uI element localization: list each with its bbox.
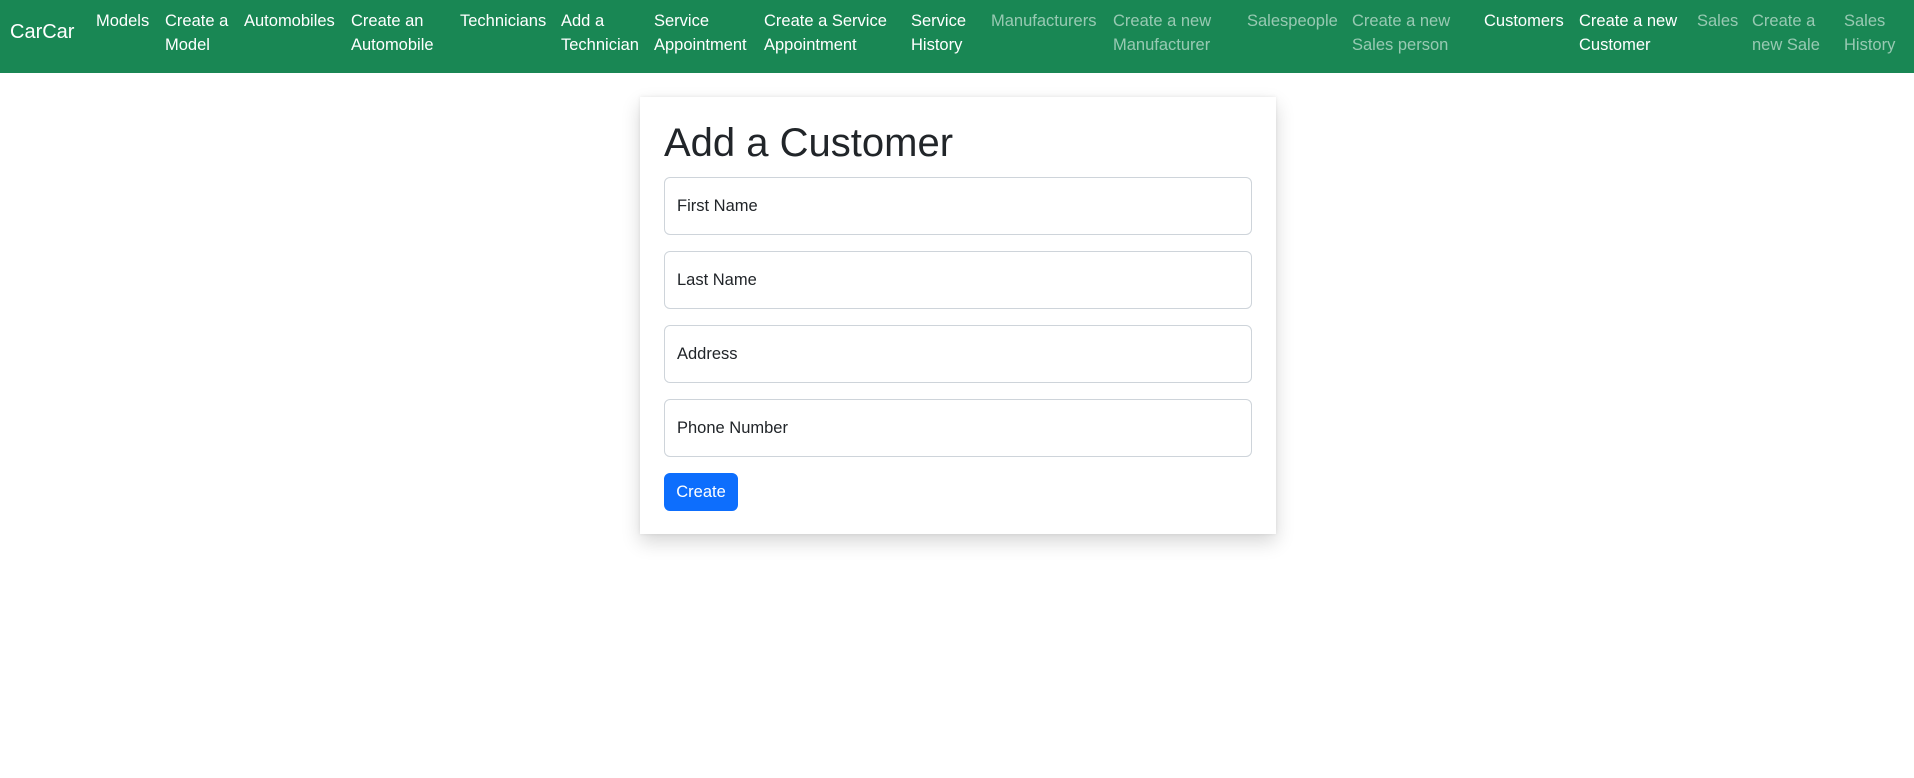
nav-link-sales-history[interactable]: Sales History (1844, 9, 1895, 57)
nav-link-line1: Service (654, 12, 710, 30)
nav-link-create-sale[interactable]: Create a new Sale (1752, 9, 1820, 57)
nav-link-line1: Create a new (1113, 12, 1212, 30)
nav-link-line2: History (911, 36, 963, 54)
nav-link-customers[interactable]: Customers (1484, 9, 1564, 33)
nav-link-automobiles[interactable]: Automobiles (244, 9, 335, 33)
create-button[interactable]: Create (664, 473, 738, 511)
nav-link-line1: Create a new (1352, 12, 1451, 30)
nav-link-line1: Models (96, 12, 150, 30)
nav-link-line1: Automobiles (244, 12, 335, 30)
address-input[interactable] (664, 325, 1252, 383)
nav-link-manufacturers[interactable]: Manufacturers (991, 9, 1096, 33)
nav-link-line2: Automobile (351, 36, 434, 54)
nav-link-line1: Sales (1844, 12, 1886, 30)
nav-link-line1: Create a (165, 12, 229, 30)
nav-link-create-manufacturer[interactable]: Create a new Manufacturer (1113, 9, 1211, 57)
nav-link-line2: new Sale (1752, 36, 1820, 54)
phone-number-input[interactable] (664, 399, 1252, 457)
nav-link-technicians[interactable]: Technicians (460, 9, 546, 33)
nav-link-create-customer[interactable]: Create a new Customer (1579, 9, 1677, 57)
last-name-input[interactable] (664, 251, 1252, 309)
nav-link-line1: Technicians (460, 12, 547, 30)
nav-link-create-automobile[interactable]: Create an Automobile (351, 9, 434, 57)
page-title: Add a Customer (664, 121, 954, 165)
nav-link-line1: Salespeople (1247, 12, 1338, 30)
nav-link-line1: Create a (1752, 12, 1816, 30)
nav-link-add-technician[interactable]: Add a Technician (561, 9, 639, 57)
nav-link-line1: Add a (561, 12, 605, 30)
nav-link-line2: Model (165, 36, 210, 54)
first-name-input[interactable] (664, 177, 1252, 235)
customer-form-card: Add a Customer Create (640, 97, 1276, 534)
nav-link-sales[interactable]: Sales (1697, 9, 1738, 33)
nav-link-line1: Manufacturers (991, 12, 1097, 30)
nav-link-line2: Appointment (654, 36, 747, 54)
nav-link-salespeople[interactable]: Salespeople (1247, 9, 1338, 33)
nav-link-line1: Create an (351, 12, 424, 30)
nav-link-line2: Technician (561, 36, 639, 54)
nav-link-line2: Appointment (764, 36, 857, 54)
nav-link-service-appointment[interactable]: Service Appointment (654, 9, 747, 57)
nav-link-create-model[interactable]: Create a Model (165, 9, 228, 57)
nav-link-models[interactable]: Models (96, 9, 149, 33)
nav-link-create-service-appointment[interactable]: Create a Service Appointment (764, 9, 887, 57)
brand-link[interactable]: CarCar (10, 20, 74, 44)
nav-link-line2: Sales person (1352, 36, 1449, 54)
nav-link-line2: Customer (1579, 36, 1651, 54)
nav-link-line1: Sales (1697, 12, 1739, 30)
nav-link-line2: Manufacturer (1113, 36, 1211, 54)
nav-link-line2: History (1844, 36, 1896, 54)
navbar: CarCar Models Create a Model Automobiles… (0, 0, 1914, 73)
nav-link-service-history[interactable]: Service History (911, 9, 966, 57)
nav-link-line1: Service (911, 12, 967, 30)
nav-link-create-sales-person[interactable]: Create a new Sales person (1352, 9, 1450, 57)
nav-link-line1: Create a Service (764, 12, 887, 30)
nav-link-line1: Create a new (1579, 12, 1678, 30)
nav-link-line1: Customers (1484, 12, 1564, 30)
